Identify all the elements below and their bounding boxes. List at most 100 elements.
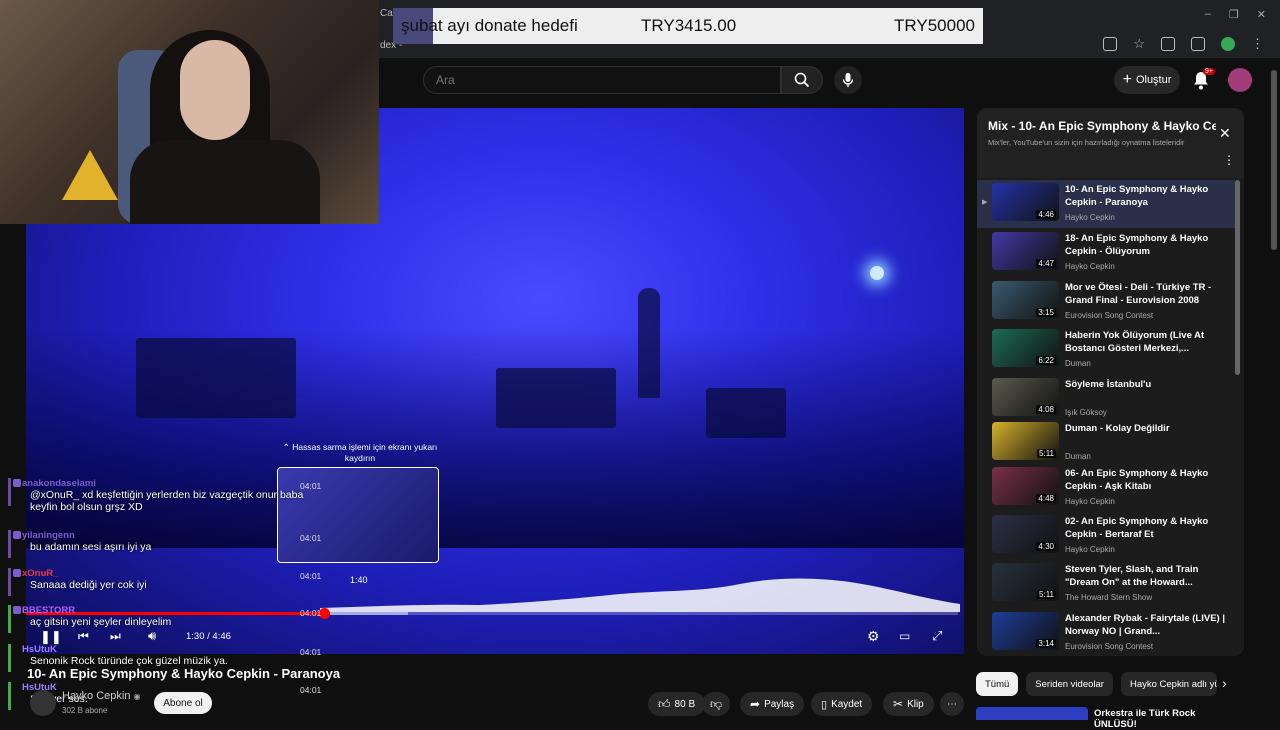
duration-badge: 4:47 xyxy=(1036,259,1056,268)
stage-light xyxy=(870,266,884,280)
playlist-item-channel: Hayko Cepkin xyxy=(1065,213,1115,222)
chat-message: BBESTORR aç gitsin yeni şeyler dinleyeli… xyxy=(8,605,328,633)
playlist-item-title: 18- An Epic Symphony & Hayko Cepkin - Öl… xyxy=(1065,233,1209,257)
cast-icon[interactable] xyxy=(1103,37,1118,51)
restore-icon[interactable]: ❐ xyxy=(1229,8,1239,21)
playlist-item[interactable]: 5:11 Steven Tyler, Slash, and Train "Drea… xyxy=(977,560,1235,608)
bookmark-star-icon[interactable]: ☆ xyxy=(1133,36,1145,52)
plus-icon: + xyxy=(1122,71,1132,88)
playlist-item[interactable]: 3:15 Mor ve Ötesi - Deli - Türkiye TR - G… xyxy=(977,278,1235,326)
duration-badge: 4:48 xyxy=(1036,494,1056,503)
playlist-item-channel: Duman xyxy=(1065,359,1091,368)
next-icon[interactable]: ⏭ xyxy=(110,629,121,644)
minimize-icon[interactable]: – xyxy=(1205,8,1211,21)
playlist-item-title: 10- An Epic Symphony & Hayko Cepkin - Pa… xyxy=(1065,184,1209,208)
chevron-right-icon[interactable]: › xyxy=(1222,675,1227,691)
playlist-item-title: Haberin Yok Ölüyorum (Live At Bostancı G… xyxy=(1065,330,1205,354)
clip-button[interactable]: ✂ Klip xyxy=(883,692,934,716)
create-button[interactable]: + Oluştur xyxy=(1114,66,1180,94)
fullscreen-icon[interactable]: ⤢ xyxy=(932,628,942,644)
previous-icon[interactable]: ⏮ xyxy=(78,629,89,644)
miniplayer-icon[interactable]: ▭ xyxy=(899,629,910,643)
search-button[interactable] xyxy=(781,66,823,94)
playlist-item[interactable]: 4:47 18- An Epic Symphony & Hayko Cepkin … xyxy=(977,229,1235,277)
playlist-item[interactable]: 4:30 02- An Epic Symphony & Hayko Cepkin … xyxy=(977,512,1235,560)
chat-timestamp: 04:01 xyxy=(300,571,322,581)
playlist-item[interactable]: 6:22 Haberin Yok Ölüyorum (Live At Bostan… xyxy=(977,326,1235,374)
share-icon: ➦ xyxy=(750,697,761,711)
playlist-item-channel: Işık Göksoy xyxy=(1065,408,1107,417)
browser-menu-icon[interactable]: ⋮ xyxy=(1251,36,1264,52)
chat-username: xOnuR_ xyxy=(22,568,59,579)
playlist-thumbnail: 3:15 xyxy=(992,281,1059,319)
more-vertical-icon[interactable]: ⋮ xyxy=(1223,153,1235,167)
recommended-video[interactable]: Orkestra ile Türk Rock ÜNLÜSÜ! xyxy=(976,707,1238,730)
chip-all[interactable]: Tümü xyxy=(976,672,1019,696)
media-icon[interactable] xyxy=(1191,37,1205,51)
playlist-item-channel: Eurovision Song Contest xyxy=(1065,311,1154,320)
chip-series[interactable]: Seriden videolar xyxy=(1026,672,1113,696)
playlist-thumbnail: 6:22 xyxy=(992,329,1059,367)
volume-icon[interactable]: 🔊︎ xyxy=(148,628,156,644)
playlist-scrollbar[interactable] xyxy=(1235,180,1240,375)
chat-message: yilaningenn bu adamın sesi aşırı iyi ya xyxy=(8,530,328,558)
playlist-item-title: 02- An Epic Symphony & Hayko Cepkin - Be… xyxy=(1065,516,1209,540)
settings-icon[interactable]: ⚙ xyxy=(867,628,880,645)
thumbs-up-icon: 👍︎ xyxy=(658,696,671,711)
playlist-item[interactable]: ▶ 4:46 10- An Epic Symphony & Hayko Cepkin… xyxy=(977,180,1235,228)
profile-avatar[interactable] xyxy=(1221,37,1235,51)
channel-name[interactable]: Hayko Cepkin ◉ xyxy=(62,690,141,702)
video-title: 10- An Epic Symphony & Hayko Cepkin - Pa… xyxy=(27,666,341,681)
playlist-subtitle: Mix'ler, YouTube'un sizin için hazırladı… xyxy=(988,138,1185,147)
duration-badge: 5:11 xyxy=(1037,590,1056,599)
recommendation-filter-chips: Tümü Seriden videolar Hayko Cepkin adlı … xyxy=(976,672,1217,696)
create-label: Oluştur xyxy=(1135,74,1172,86)
close-icon[interactable]: ✕ xyxy=(1219,125,1231,142)
playlist-item-channel: Duman xyxy=(1065,452,1091,461)
chat-badge-icon xyxy=(13,569,21,577)
playlist-item-channel: Eurovision Song Contest xyxy=(1065,642,1154,651)
playlist-item[interactable]: 4:48 06- An Epic Symphony & Hayko Cepkin … xyxy=(977,464,1235,512)
channel-avatar[interactable] xyxy=(30,690,56,716)
chat-username: BBESTORR xyxy=(22,605,76,616)
playlist-title[interactable]: Mix - 10- An Epic Symphony & Hayko Cepki… xyxy=(988,119,1216,133)
account-avatar[interactable] xyxy=(1228,68,1252,92)
save-label: Kaydet xyxy=(831,698,863,710)
search-input[interactable] xyxy=(423,66,781,94)
clip-label: Klip xyxy=(907,698,924,710)
playlist-thumbnail: 4:47 xyxy=(992,232,1059,270)
duration-badge: 3:14 xyxy=(1036,639,1056,648)
bookmark-icon: ▯ xyxy=(821,698,828,711)
share-button[interactable]: ➦ Paylaş xyxy=(740,692,805,716)
playlist-thumbnail: 4:30 xyxy=(992,515,1059,553)
playlist-item[interactable]: 4:08 Söyleme İstanbul'u Işık Göksoy xyxy=(977,375,1235,423)
voice-search-button[interactable] xyxy=(834,66,862,94)
chat-timestamp: 04:01 xyxy=(300,608,322,618)
chat-accent-bar xyxy=(8,644,11,672)
recommended-thumbnail xyxy=(976,707,1088,720)
chip-channel[interactable]: Hayko Cepkin adlı yü xyxy=(1120,672,1217,696)
playlist-item-title: 06- An Epic Symphony & Hayko Cepkin - Aş… xyxy=(1065,468,1209,492)
page-scrollbar[interactable] xyxy=(1271,70,1277,250)
close-window-icon[interactable]: ✕ xyxy=(1257,8,1266,21)
playlist-item-title: Duman - Kolay Değildir xyxy=(1065,423,1170,434)
playlist-item-title: Alexander Rybak - Fairytale (LIVE) | Nor… xyxy=(1065,613,1225,637)
pause-icon[interactable]: ❚❚ xyxy=(40,629,62,645)
donation-current-amount: TRY3415.00 xyxy=(641,16,737,35)
playlist-item[interactable]: 5:11 Duman - Kolay Değildir Duman xyxy=(977,419,1235,467)
scissors-icon: ✂ xyxy=(893,697,904,711)
share-label: Paylaş xyxy=(764,698,795,710)
like-button[interactable]: 👍︎ 80 B xyxy=(648,692,706,716)
chat-timestamp: 04:01 xyxy=(300,481,322,491)
more-actions-button[interactable]: ⋯ xyxy=(940,692,964,716)
playlist-item[interactable]: 3:14 Alexander Rybak - Fairytale (LIVE) |… xyxy=(977,609,1235,656)
browser-extension-icons: ☆ ⋮ xyxy=(1103,36,1264,52)
dislike-button[interactable]: 👎︎ xyxy=(702,692,731,716)
donation-goal-overlay: şubat ayı donate hedefi TRY3415.00 TRY50… xyxy=(393,8,983,44)
extensions-icon[interactable] xyxy=(1161,37,1175,51)
chat-timestamp: 04:01 xyxy=(300,533,322,543)
amplifier xyxy=(706,388,786,438)
save-button[interactable]: ▯ Kaydet xyxy=(811,692,873,716)
chat-timestamp: 04:01 xyxy=(300,647,322,657)
subscribe-button[interactable]: Abone ol xyxy=(154,692,212,714)
